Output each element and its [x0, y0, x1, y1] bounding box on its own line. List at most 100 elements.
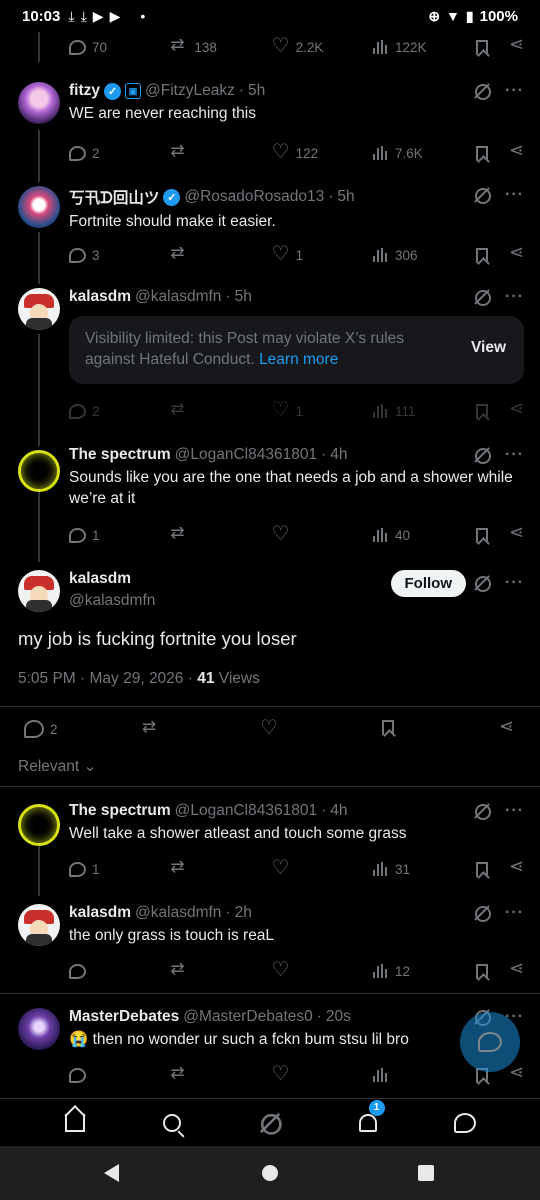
views-button[interactable]: 122K [372, 40, 476, 55]
grok-icon[interactable] [473, 446, 492, 464]
repost-button[interactable] [142, 717, 160, 738]
share-button[interactable] [508, 522, 526, 544]
grok-icon[interactable] [473, 288, 492, 306]
learn-more-link[interactable]: Learn more [259, 351, 338, 368]
bookmark-button[interactable] [476, 527, 508, 543]
bookmark-button[interactable] [476, 861, 508, 877]
repost-button[interactable] [170, 857, 271, 878]
author-name[interactable]: 丂卂ᗪ回山ツ [69, 186, 159, 208]
like-button[interactable]: 1 [272, 241, 373, 266]
reply-button[interactable]: 1 [69, 861, 170, 877]
like-button[interactable] [272, 521, 373, 546]
grok-icon[interactable] [473, 802, 492, 820]
author-handle[interactable]: @kalasdmfn [135, 904, 221, 922]
like-button[interactable] [272, 1061, 373, 1086]
author-name[interactable]: kalasdm [69, 904, 131, 922]
share-button[interactable] [508, 398, 526, 420]
grok-icon[interactable] [473, 574, 492, 592]
grok-icon[interactable] [473, 904, 492, 922]
repost-button[interactable] [170, 523, 271, 544]
share-button[interactable] [508, 1062, 526, 1084]
avatar[interactable] [18, 186, 60, 228]
recent-apps-icon[interactable] [418, 1165, 434, 1181]
bookmark-button[interactable] [476, 403, 508, 419]
follow-button[interactable]: Follow [390, 570, 466, 597]
reply-button[interactable]: 2 [69, 145, 170, 161]
reply-button[interactable] [69, 963, 170, 979]
nav-home[interactable] [60, 1108, 90, 1138]
more-options-icon[interactable]: ··· [505, 904, 524, 922]
author-handle[interactable]: @RosadoRosado13 [184, 188, 324, 206]
author-name[interactable]: MasterDebates [69, 1008, 179, 1026]
more-options-icon[interactable]: ··· [505, 288, 524, 306]
like-button[interactable]: 2.2K [272, 33, 373, 58]
bookmark-button[interactable] [476, 963, 508, 979]
author-name[interactable]: The spectrum [69, 802, 171, 820]
reply-button[interactable]: 1 [69, 527, 170, 543]
author-handle[interactable]: @LoganCl84361801 [175, 446, 317, 464]
avatar[interactable] [18, 450, 60, 492]
author-handle[interactable]: @kalasdmfn [69, 592, 155, 610]
bookmark-button[interactable] [476, 247, 508, 263]
views-button[interactable]: 31 [372, 862, 476, 877]
views-button[interactable] [372, 1068, 476, 1082]
bookmark-button[interactable] [476, 145, 508, 161]
more-options-icon[interactable]: ··· [505, 446, 524, 464]
grok-icon[interactable] [473, 186, 492, 204]
views-button[interactable]: 306 [372, 248, 476, 263]
views-button[interactable]: 111 [372, 404, 476, 419]
repost-button[interactable] [170, 1063, 271, 1084]
more-options-icon[interactable]: ··· [505, 574, 524, 592]
like-button[interactable] [272, 855, 373, 880]
avatar[interactable] [18, 570, 60, 612]
like-button[interactable] [272, 957, 373, 982]
share-button[interactable] [508, 958, 526, 980]
like-button[interactable] [260, 715, 278, 740]
share-button[interactable] [498, 716, 516, 738]
more-options-icon[interactable]: ··· [505, 802, 524, 820]
repost-button[interactable] [170, 399, 271, 420]
nav-search[interactable] [157, 1108, 187, 1138]
view-button[interactable]: View [471, 339, 506, 357]
avatar[interactable] [18, 904, 60, 946]
avatar[interactable] [18, 804, 60, 846]
author-handle[interactable]: @FitzyLeakz [145, 82, 235, 100]
grok-icon[interactable] [473, 82, 492, 100]
repost-button[interactable] [170, 959, 271, 980]
bookmark-button[interactable] [476, 39, 508, 55]
author-handle[interactable]: @kalasdmfn [135, 288, 221, 306]
reply-button[interactable]: 70 [69, 39, 170, 55]
share-button[interactable] [508, 34, 526, 56]
like-button[interactable]: 1 [272, 397, 373, 422]
avatar[interactable] [18, 82, 60, 124]
reply-button[interactable]: 3 [69, 247, 170, 263]
avatar[interactable] [18, 288, 60, 330]
more-options-icon[interactable]: ··· [505, 82, 524, 100]
reply-button[interactable] [69, 1067, 170, 1083]
bookmark-button[interactable] [382, 720, 394, 735]
views-button[interactable]: 12 [372, 964, 476, 979]
nav-grok[interactable] [255, 1108, 285, 1138]
nav-messages[interactable] [450, 1108, 480, 1138]
home-circle-icon[interactable] [262, 1165, 278, 1181]
share-button[interactable] [508, 856, 526, 878]
author-name[interactable]: kalasdm [69, 570, 155, 588]
author-handle[interactable]: @LoganCl84361801 [175, 802, 317, 820]
repost-button[interactable] [170, 141, 271, 162]
sort-replies-dropdown[interactable]: Relevant ⌄ [18, 757, 97, 776]
nav-notifications[interactable]: 1 [353, 1099, 385, 1138]
reply-button[interactable]: 2 [69, 403, 170, 419]
share-button[interactable] [508, 140, 526, 162]
more-options-icon[interactable]: ··· [505, 186, 524, 204]
author-name[interactable]: fitzy [69, 82, 100, 100]
back-icon[interactable] [104, 1164, 119, 1182]
reply-button[interactable]: 2 [24, 720, 58, 738]
views-button[interactable]: 7.6K [372, 146, 476, 161]
compose-reply-button[interactable] [460, 1012, 520, 1072]
views-button[interactable]: 40 [372, 528, 476, 543]
repost-button[interactable] [170, 243, 271, 264]
author-name[interactable]: kalasdm [69, 288, 131, 306]
share-button[interactable] [508, 242, 526, 264]
avatar[interactable] [18, 1008, 60, 1050]
repost-button[interactable]: 138 [170, 35, 271, 56]
